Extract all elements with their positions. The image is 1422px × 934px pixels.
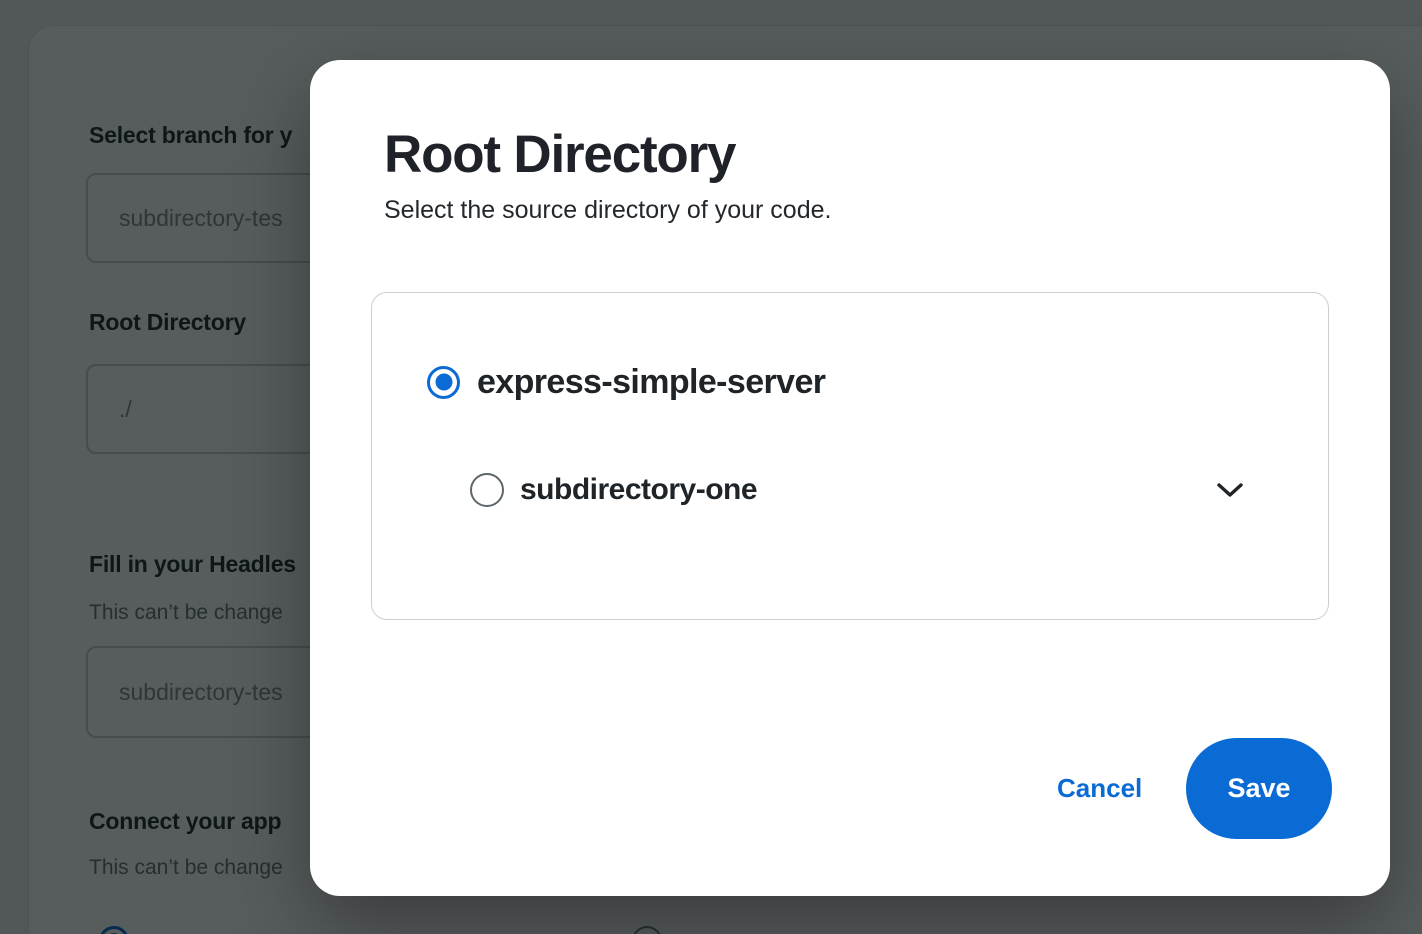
radio-unselected-icon[interactable] [470, 473, 504, 507]
save-button[interactable]: Save [1186, 738, 1332, 839]
option-label: express-simple-server [477, 363, 825, 402]
chevron-down-icon[interactable] [1216, 481, 1244, 499]
modal-title: Root Directory [384, 126, 735, 184]
screen: Select branch for y subdirectory-tes Roo… [0, 0, 1422, 934]
root-directory-modal: Root Directory Select the source directo… [310, 60, 1390, 896]
option-express-simple-server[interactable]: express-simple-server [427, 359, 825, 405]
cancel-button[interactable]: Cancel [1057, 774, 1142, 804]
option-subdirectory-one[interactable]: subdirectory-one [470, 467, 1244, 513]
option-label: subdirectory-one [520, 473, 757, 507]
modal-subtitle: Select the source directory of your code… [384, 194, 831, 227]
directory-options-box: express-simple-server subdirectory-one [371, 292, 1329, 620]
radio-selected-icon[interactable] [427, 366, 460, 399]
